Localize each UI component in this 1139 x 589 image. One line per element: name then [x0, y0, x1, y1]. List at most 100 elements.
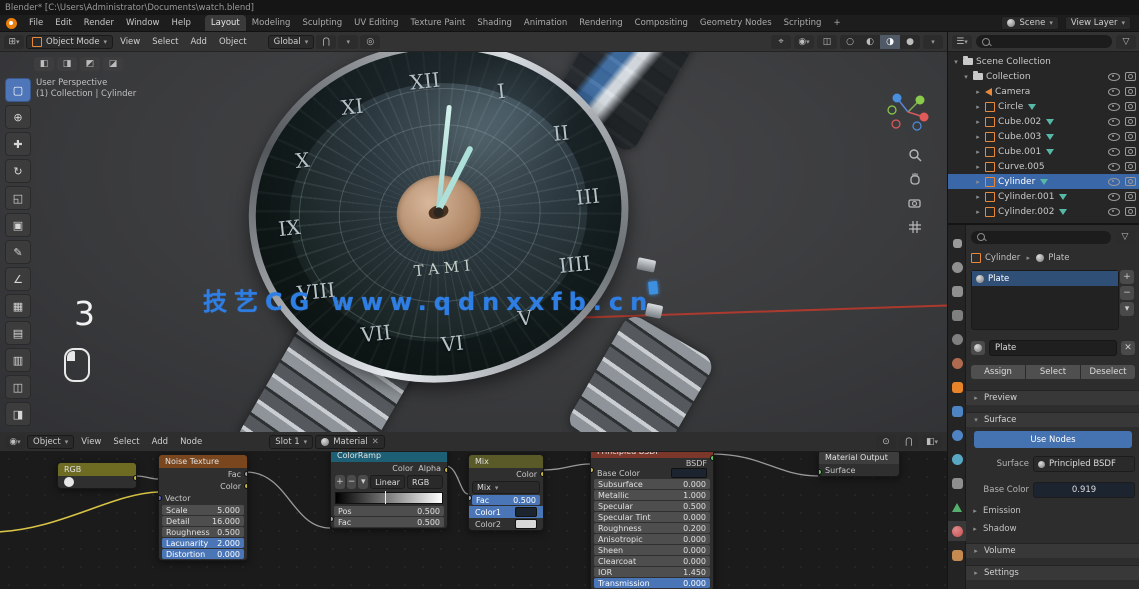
emission-row[interactable]: ▸ Emission [971, 506, 1135, 516]
tool-setting-2[interactable]: ◨ [57, 57, 77, 71]
material-slot-list[interactable]: Plate [971, 270, 1119, 330]
tool-cursor[interactable]: ⊕ [5, 105, 31, 129]
camera-view-icon[interactable] [906, 194, 924, 212]
disclosure-icon[interactable]: ▸ [974, 178, 982, 186]
material-selector[interactable]: Material ✕ [315, 435, 385, 449]
principled-roughness-slider[interactable]: Roughness0.200 [594, 523, 710, 533]
mix-color1-swatch[interactable] [515, 507, 537, 517]
mix-color2-field[interactable]: Color2 [469, 518, 543, 530]
viewport-menu-select[interactable]: Select [147, 37, 183, 47]
node-principled-bsdf[interactable]: Principled BSDF BSDF Base Color Subsurfa… [590, 444, 714, 589]
tool-rotate[interactable]: ↻ [5, 159, 31, 183]
ptab-physics[interactable] [948, 449, 966, 469]
show-gizmo-toggle[interactable]: ⌖ [771, 35, 791, 49]
principled-metallic-slider[interactable]: Metallic1.000 [594, 490, 710, 500]
surface-shader-dropdown[interactable]: Principled BSDF [1033, 456, 1135, 472]
shading-material-button[interactable]: ◑ [880, 35, 900, 49]
socket-bsdf-out[interactable] [710, 455, 714, 461]
tool-scale[interactable]: ◱ [5, 186, 31, 210]
hide-eye-icon[interactable] [1108, 103, 1120, 111]
properties-filter-icon[interactable]: ▽ [1115, 230, 1135, 244]
tab-shading[interactable]: Shading [471, 15, 518, 31]
disclosure-icon[interactable]: ▸ [974, 118, 982, 126]
shader-menu-node[interactable]: Node [175, 437, 207, 447]
disable-render-icon[interactable] [1125, 87, 1136, 96]
ptab-view-layer[interactable] [948, 305, 966, 325]
principled-transmission-slider[interactable]: Transmission0.000 [594, 578, 710, 588]
ptab-tool[interactable] [948, 233, 966, 253]
outliner-row-camera[interactable]: ▸ Camera [948, 84, 1139, 99]
ptab-particles[interactable] [948, 425, 966, 445]
overlays-toggle[interactable]: ◉▾ [794, 35, 814, 49]
socket-ramp-color-out[interactable] [444, 467, 448, 473]
hide-eye-icon[interactable] [1108, 178, 1120, 186]
xray-toggle[interactable]: ◫ [817, 35, 837, 49]
material-name-field[interactable]: Plate [989, 340, 1117, 356]
ptab-object[interactable] [948, 377, 966, 397]
noise-detail-slider[interactable]: Detail16.000 [162, 516, 244, 526]
grid-toggle-icon[interactable] [906, 218, 924, 236]
principled-subsurface-slider[interactable]: Subsurface0.000 [594, 479, 710, 489]
zoom-icon[interactable] [906, 146, 924, 164]
outliner-row-scene-collection[interactable]: ▾ Scene Collection [948, 54, 1139, 69]
deselect-button[interactable]: Deselect [1081, 365, 1135, 379]
disclosure-icon[interactable]: ▸ [974, 193, 982, 201]
node-mix[interactable]: Mix Color Mix▾ Fac0.500 Color1 Color2 [468, 454, 544, 531]
assign-button[interactable]: Assign [971, 365, 1025, 379]
settings-section-header[interactable]: ▸Settings [966, 565, 1139, 580]
principled-ior-slider[interactable]: IOR1.450 [594, 567, 710, 577]
shading-solid-button[interactable]: ◐ [860, 35, 880, 49]
mix-fac-slider[interactable]: Fac0.500 [472, 495, 540, 505]
principled-clearcoat-slider[interactable]: Clearcoat0.000 [594, 556, 710, 566]
ptab-texture[interactable] [948, 545, 966, 565]
shader-editor[interactable]: RGB Noise Texture Fac Color Vector Scale… [0, 432, 947, 589]
tab-uv-editing[interactable]: UV Editing [348, 15, 404, 31]
disclosure-icon[interactable]: ▾ [952, 58, 960, 66]
outliner-row-curve-005[interactable]: ▸ Curve.005 [948, 159, 1139, 174]
ramp-remove-stop-button[interactable]: − [347, 475, 357, 489]
ptab-material[interactable] [948, 521, 966, 541]
surface-section-header[interactable]: ▾Surface [966, 412, 1139, 427]
breadcrumb-material[interactable]: Plate [1048, 253, 1069, 263]
tool-add-cube[interactable]: ▦ [5, 294, 31, 318]
add-slot-button[interactable]: + [1120, 270, 1134, 284]
shading-wireframe-button[interactable]: ○ [840, 35, 860, 49]
add-workspace-button[interactable]: + [827, 15, 846, 31]
base-color-swatch[interactable]: 0.919 [1033, 482, 1135, 498]
ramp-fac-slider[interactable]: Fac0.500 [334, 517, 444, 527]
outliner-filter-icon[interactable]: ▽ [1116, 35, 1136, 49]
transform-orientation-dropdown[interactable]: Global▾ [268, 35, 315, 49]
tab-modeling[interactable]: Modeling [246, 15, 297, 31]
disclosure-icon[interactable]: ▸ [974, 148, 982, 156]
tool-setting-3[interactable]: ◩ [80, 57, 100, 71]
tool-extra-1[interactable]: ▤ [5, 321, 31, 345]
menu-help[interactable]: Help [165, 15, 196, 31]
outliner-row-cube-002[interactable]: ▸ Cube.002 [948, 114, 1139, 129]
principled-specular-slider[interactable]: Specular0.500 [594, 501, 710, 511]
browse-material-dropdown[interactable] [971, 341, 985, 355]
disclosure-icon[interactable]: ▸ [974, 133, 982, 141]
material-slot-item[interactable]: Plate [972, 271, 1118, 286]
disable-render-icon[interactable] [1125, 162, 1136, 171]
tab-scripting[interactable]: Scripting [778, 15, 828, 31]
tab-geometry-nodes[interactable]: Geometry Nodes [694, 15, 778, 31]
socket-mix-out[interactable] [540, 471, 544, 477]
viewport-menu-view[interactable]: View [115, 37, 145, 47]
ramp-add-stop-button[interactable]: + [335, 475, 345, 489]
remove-slot-button[interactable]: − [1120, 286, 1134, 300]
node-rgb[interactable]: RGB [57, 462, 137, 489]
menu-file[interactable]: File [23, 15, 49, 31]
snap-magnet-toggle[interactable]: ⋂ [316, 35, 336, 49]
disable-render-icon[interactable] [1125, 102, 1136, 111]
disable-render-icon[interactable] [1125, 177, 1136, 186]
ramp-mode-dropdown[interactable]: RGB [407, 475, 443, 489]
disclosure-icon[interactable]: ▸ [974, 103, 982, 111]
slot-specials-dropdown[interactable]: ▾ [1120, 302, 1134, 316]
blender-logo-icon[interactable] [6, 18, 17, 29]
tab-animation[interactable]: Animation [518, 15, 573, 31]
menu-render[interactable]: Render [78, 15, 120, 31]
shader-overlay-dropdown[interactable]: ◧▾ [922, 435, 942, 449]
outliner-row-cylinder-001[interactable]: ▸ Cylinder.001 [948, 189, 1139, 204]
hide-eye-icon[interactable] [1108, 73, 1120, 81]
snap-settings-dropdown[interactable]: ▾ [338, 35, 358, 49]
